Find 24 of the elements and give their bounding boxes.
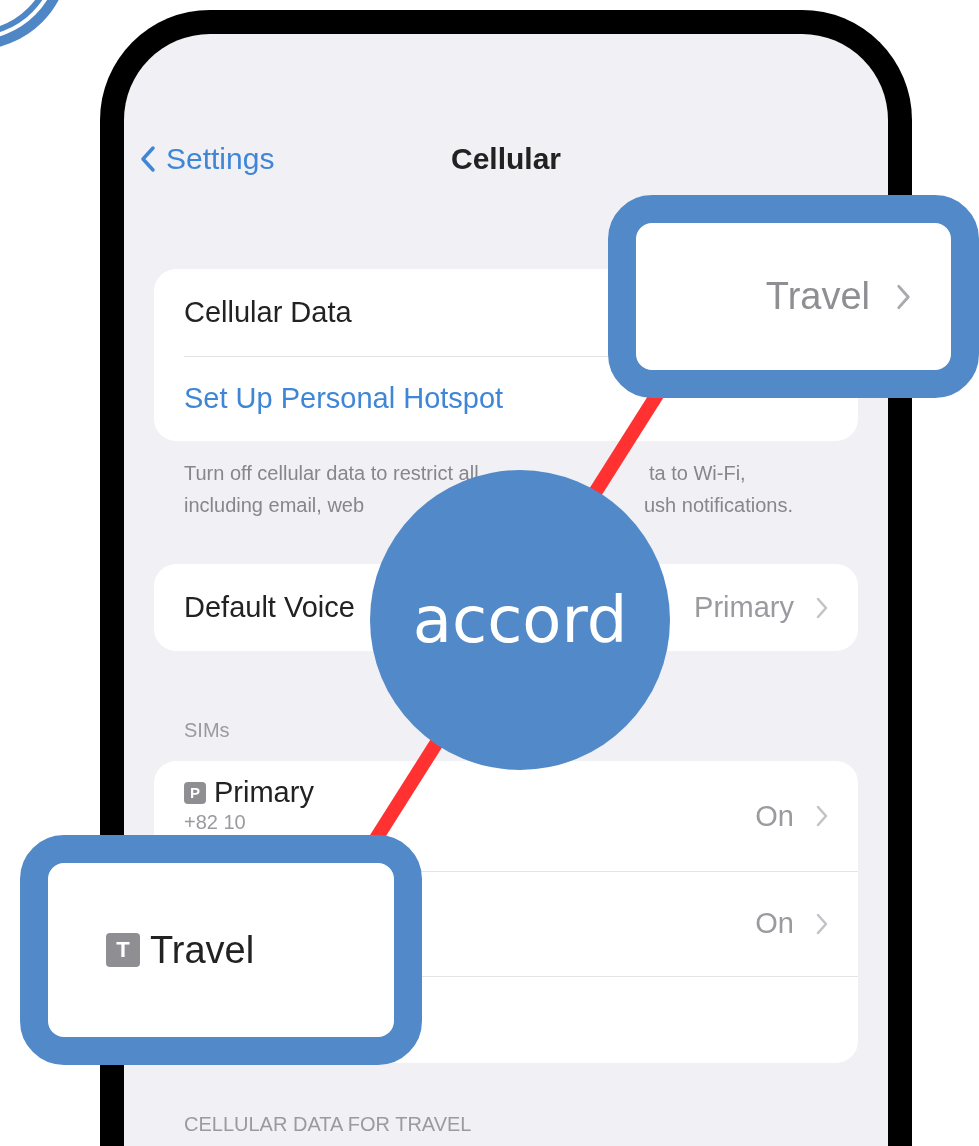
footer-note: including email, web (184, 493, 365, 518)
back-chevron-icon (140, 145, 156, 173)
chevron-icon (816, 912, 828, 935)
chevron-icon (816, 805, 828, 827)
sim-name: Primary (214, 776, 314, 809)
back-button[interactable]: Settings (140, 142, 275, 176)
footer-note: ush notifications. (644, 493, 793, 518)
callout-label: Travel (150, 928, 255, 972)
sim-badge-icon: T (106, 933, 140, 967)
callout-value: Travel (765, 275, 870, 318)
phone-number: +82 10 (184, 811, 247, 834)
sim-status: On (755, 799, 794, 833)
section-header: SIMs (183, 719, 231, 743)
footer-note: ta to Wi-Fi, (649, 461, 746, 486)
hotspot-link[interactable]: Set Up Personal Hotspot (184, 382, 504, 415)
sim-status: On (755, 907, 794, 940)
section-header: CELLULAR DATA FOR TRAVEL (183, 1113, 473, 1137)
screen-title: Cellular (451, 142, 561, 176)
sim-badge-icon: P (184, 781, 206, 804)
row-value: Primary (694, 591, 794, 624)
chevron-icon (896, 283, 911, 310)
chevron-icon (816, 596, 828, 619)
row-label: Cellular Data (184, 296, 352, 329)
row-label: Default Voice (184, 591, 355, 624)
